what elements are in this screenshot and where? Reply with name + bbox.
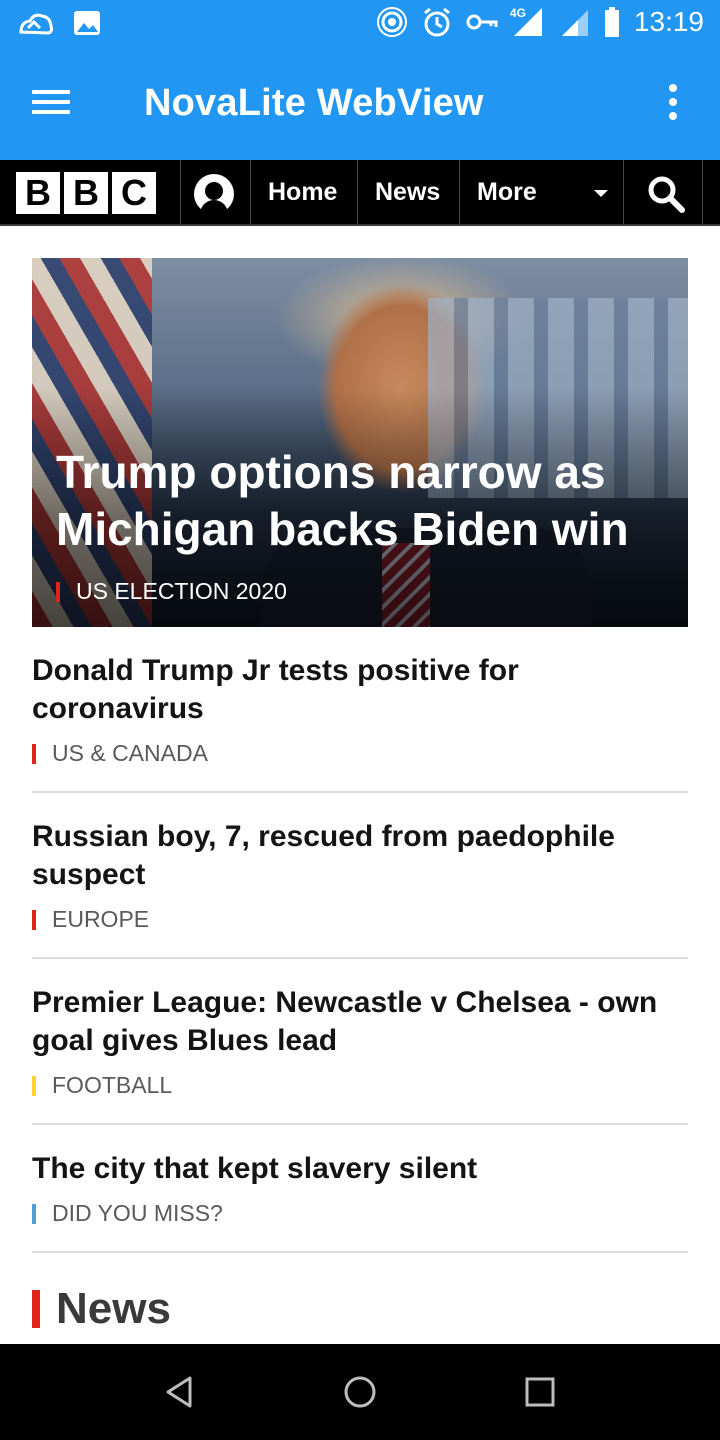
- hotspot-icon: [376, 6, 408, 38]
- story-item[interactable]: Premier League: Newcastle v Chelsea - ow…: [32, 984, 688, 1125]
- tag-label: DID YOU MISS?: [52, 1200, 223, 1226]
- nav-item-home[interactable]: Home: [268, 160, 337, 224]
- tag-label: US & CANADA: [52, 740, 208, 766]
- logo-letter: B: [64, 172, 108, 214]
- caret-down-icon[interactable]: [594, 190, 608, 197]
- nav-divider: [180, 160, 181, 224]
- logo-letter: C: [112, 172, 156, 214]
- story-item[interactable]: The city that kept slavery silent DID YO…: [32, 1150, 688, 1253]
- story-headline[interactable]: Donald Trump Jr tests positive for coron…: [32, 652, 688, 728]
- tag-label: EUROPE: [52, 906, 150, 932]
- tag-marker: [32, 1075, 36, 1096]
- hamburger-menu-icon[interactable]: [32, 84, 80, 124]
- story-tag: FOOTBALL: [32, 1072, 688, 1099]
- home-icon[interactable]: [342, 1374, 378, 1410]
- story-headline[interactable]: Russian boy, 7, rescued from paedophile …: [32, 818, 688, 894]
- signal-icon: 4G: [509, 6, 546, 38]
- tag-marker: [32, 1203, 36, 1224]
- alarm-icon: [422, 6, 452, 38]
- tag-marker: [32, 909, 36, 930]
- section-title: News: [56, 1284, 171, 1333]
- logo-letter: B: [16, 172, 60, 214]
- story-headline[interactable]: Premier League: Newcastle v Chelsea - ow…: [32, 984, 688, 1060]
- story-item[interactable]: Russian boy, 7, rescued from paedophile …: [32, 818, 688, 959]
- story-tag: DID YOU MISS?: [32, 1200, 688, 1227]
- hero-story[interactable]: Trump options narrow as Michigan backs B…: [32, 258, 688, 627]
- tag-marker: [32, 743, 36, 764]
- tag-label: FOOTBALL: [52, 1072, 173, 1098]
- cloud-icon: [18, 8, 54, 38]
- back-icon[interactable]: [162, 1374, 198, 1410]
- story-item[interactable]: Donald Trump Jr tests positive for coron…: [32, 652, 688, 793]
- nav-divider: [250, 160, 251, 224]
- system-navigation-bar: [0, 1344, 720, 1440]
- bbc-logo[interactable]: B B C: [16, 172, 156, 214]
- recents-icon[interactable]: [522, 1374, 558, 1410]
- app-title: NovaLite WebView: [144, 82, 484, 124]
- more-vert-icon[interactable]: [658, 84, 688, 124]
- image-icon: [72, 8, 102, 38]
- search-icon[interactable]: [646, 174, 686, 214]
- hero-section-tag: US ELECTION 2020: [56, 578, 287, 605]
- vpn-key-icon: [466, 12, 498, 32]
- status-bar: 4G 13:19: [0, 0, 720, 48]
- tag-marker: [56, 581, 60, 602]
- signal-icon: [560, 6, 590, 38]
- nav-divider: [623, 160, 624, 224]
- story-tag: US & CANADA: [32, 740, 688, 767]
- hero-headline[interactable]: Trump options narrow as Michigan backs B…: [56, 444, 676, 558]
- account-icon[interactable]: [194, 174, 234, 214]
- battery-icon: [604, 6, 620, 38]
- section-header-news[interactable]: News: [32, 1284, 171, 1334]
- nav-item-news[interactable]: News: [375, 160, 440, 224]
- tag-label: US ELECTION 2020: [76, 578, 287, 604]
- nav-divider: [459, 160, 460, 224]
- clock: 13:19: [633, 6, 704, 37]
- nav-item-more[interactable]: More: [477, 160, 537, 224]
- app-bar: NovaLite WebView: [0, 48, 720, 160]
- section-marker: [32, 1290, 40, 1328]
- story-tag: EUROPE: [32, 906, 688, 933]
- story-headline[interactable]: The city that kept slavery silent: [32, 1150, 688, 1188]
- nav-divider: [357, 160, 358, 224]
- network-type-label: 4G: [509, 6, 526, 20]
- bbc-navigation: B B C Home News More: [0, 160, 720, 226]
- nav-divider: [702, 160, 703, 224]
